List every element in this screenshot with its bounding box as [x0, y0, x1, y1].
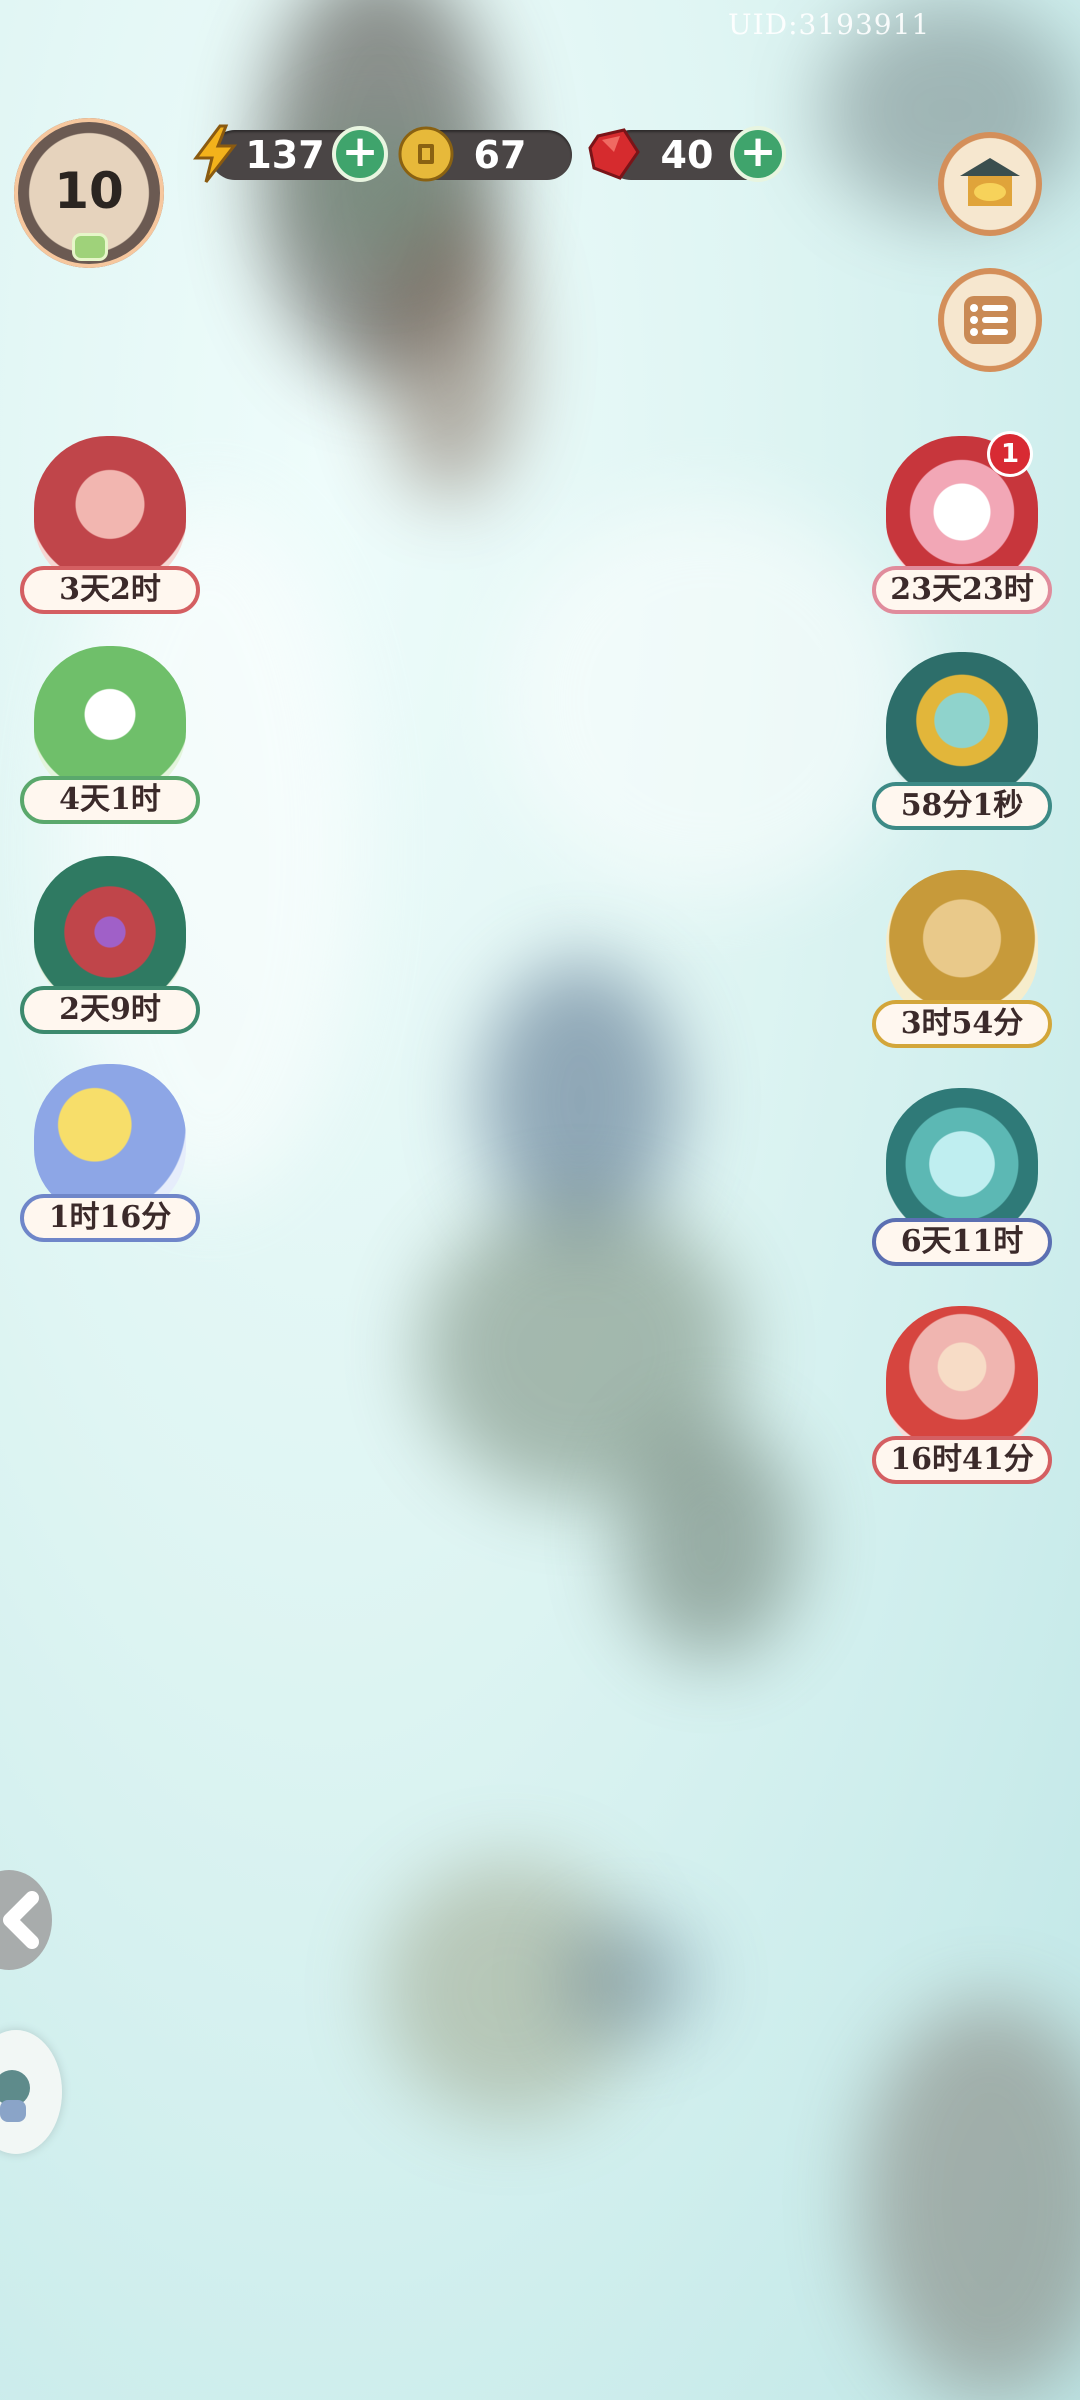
event-white-rabbit[interactable]: 1 23天23时 — [872, 434, 1052, 626]
shop-button[interactable] — [938, 132, 1042, 236]
energy-value: 137 — [245, 133, 325, 177]
lightning-icon — [193, 124, 238, 183]
shop-icon — [960, 158, 1020, 206]
chevron-left-icon — [3, 1891, 39, 1949]
character-avatar-icon — [0, 2070, 30, 2122]
event-timer: 23天23时 — [872, 566, 1052, 614]
event-timer: 58分1秒 — [872, 782, 1052, 830]
add-energy-button[interactable]: + — [332, 126, 388, 182]
character-avatar-button[interactable] — [0, 2030, 62, 2154]
event-girl-merchant[interactable]: 16时41分 — [872, 1306, 1052, 1496]
menu-list-icon — [964, 296, 1016, 344]
menu-button[interactable] — [938, 268, 1042, 372]
event-temple-coins[interactable]: 2天9时 — [20, 856, 200, 1046]
event-moon-rabbit[interactable]: 1时16分 — [20, 1064, 200, 1254]
event-timer: 1时16分 — [20, 1194, 200, 1242]
red-gem-icon — [588, 128, 640, 180]
event-timer: 3天2时 — [20, 566, 200, 614]
jade-ornament-icon — [75, 236, 105, 258]
notification-badge: 1 — [990, 434, 1030, 474]
add-gems-button[interactable]: + — [730, 126, 786, 182]
event-cat-gift-box[interactable]: 6天11时 — [872, 1088, 1052, 1278]
coin-value: 67 — [473, 133, 527, 177]
player-level-badge[interactable]: 10 — [14, 118, 164, 268]
coin-icon — [398, 126, 454, 182]
event-golden-box[interactable]: 3时54分 — [872, 870, 1052, 1060]
event-timer: 16时41分 — [872, 1436, 1052, 1484]
event-cat-coin-cart[interactable]: 58分1秒 — [872, 652, 1052, 842]
event-timer: 6天11时 — [872, 1218, 1052, 1266]
event-scroll-book[interactable]: 3天2时 — [20, 436, 200, 626]
uid-text: UID:3193911 — [728, 8, 931, 41]
event-owl-bird[interactable]: 4天1时 — [20, 646, 200, 836]
event-timer: 3时54分 — [872, 1000, 1052, 1048]
event-timer: 4天1时 — [20, 776, 200, 824]
gem-value: 40 — [660, 133, 714, 177]
event-timer: 2天9时 — [20, 986, 200, 1034]
collapse-side-button[interactable] — [0, 1870, 52, 1970]
level-number: 10 — [54, 162, 124, 220]
